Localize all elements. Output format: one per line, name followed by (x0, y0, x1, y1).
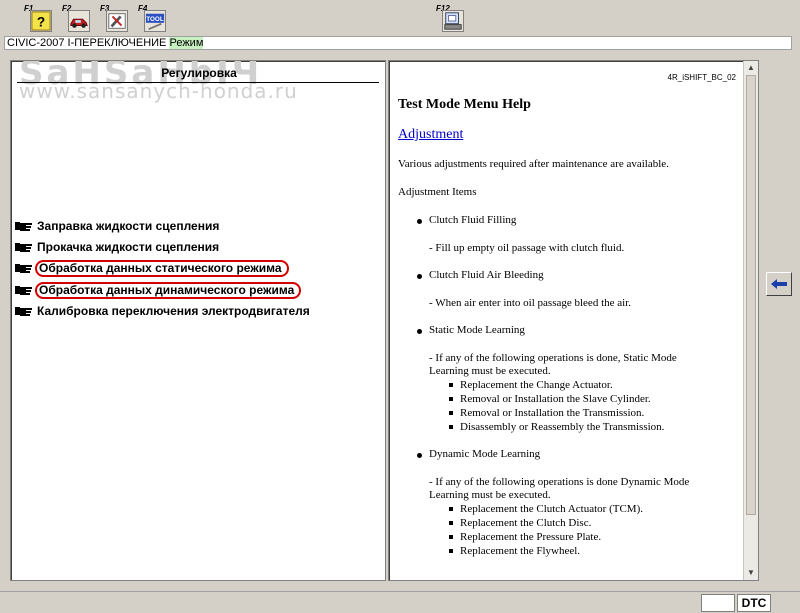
help-intro: Various adjustments required after maint… (398, 158, 669, 170)
f1-help-button[interactable]: F1 ? (24, 4, 54, 34)
adjustment-menu-panel: SaHSaHbIЧ www.sansanych-honda.ru Регулир… (10, 60, 386, 581)
help-content: 4R_iSHIFT_BC_02 Test Mode Menu Help Adju… (389, 61, 744, 580)
menu-item-motor-calibration[interactable]: Калибровка переключения электродвигателя (15, 303, 312, 319)
help-title: Test Mode Menu Help (398, 97, 531, 112)
f2-vehicle-button[interactable]: F2 (62, 4, 92, 34)
section-subitem: Replacement the Pressure Plate. (460, 531, 602, 543)
square-bullet-icon (449, 535, 453, 539)
tools-icon (106, 10, 128, 32)
section-subitem: Removal or Installation the Transmission… (460, 407, 645, 419)
section-subitem: Replacement the Change Actuator. (460, 379, 613, 391)
section-subitem: Removal or Installation the Slave Cylind… (460, 393, 651, 405)
back-button[interactable] (766, 272, 792, 296)
square-bullet-icon (449, 521, 453, 525)
section-name: Clutch Fluid Filling (429, 214, 517, 226)
scrollbar-thumb[interactable] (746, 75, 756, 515)
section-name: Static Mode Learning (429, 324, 525, 336)
dtc-indicator[interactable]: DTC (737, 594, 771, 612)
pointing-hand-icon (15, 286, 32, 295)
f3-tools-button[interactable]: F3 (100, 4, 130, 34)
title-text: CIVIC-2007 I-ПЕРЕКЛЮЧЕНИЕ (7, 37, 167, 49)
status-bar: DTC (0, 591, 800, 613)
section-name: Clutch Fluid Air Bleeding (429, 269, 544, 281)
pointing-hand-icon (15, 264, 32, 273)
help-scrollbar[interactable]: ▲ ▼ (743, 61, 758, 580)
bullet-icon (417, 453, 422, 458)
tool-box-icon: TOOL (144, 10, 166, 32)
section-name: Dynamic Mode Learning (429, 448, 541, 460)
menu-item-label: Обработка данных динамического режима (35, 281, 302, 299)
print-icon (442, 10, 464, 32)
menu-item-label: Обработка данных статического режима (35, 259, 289, 277)
car-icon (68, 10, 90, 32)
section-subitem: Replacement the Clutch Actuator (TCM). (460, 503, 643, 515)
heading-divider (17, 82, 379, 83)
help-page-code: 4R_iSHIFT_BC_02 (667, 73, 736, 82)
menu-item-clutch-fluid-filling[interactable]: Заправка жидкости сцепления (15, 218, 221, 234)
svg-text:?: ? (37, 14, 45, 29)
scroll-down-arrow-icon[interactable]: ▼ (745, 567, 757, 579)
help-panel: 4R_iSHIFT_BC_02 Test Mode Menu Help Adju… (388, 60, 759, 581)
bullet-icon (417, 274, 422, 279)
toolbar: F1 ? F2 F3 F4 TOOL F12 (0, 0, 800, 36)
pointing-hand-icon (15, 307, 32, 316)
menu-item-label: Прокачка жидкости сцепления (37, 240, 220, 254)
square-bullet-icon (449, 549, 453, 553)
panel-heading: Регулировка (161, 66, 237, 80)
left-arrow-icon (771, 279, 787, 289)
square-bullet-icon (449, 397, 453, 401)
section-desc: - Fill up empty oil passage with clutch … (429, 242, 625, 254)
scroll-up-arrow-icon[interactable]: ▲ (745, 62, 757, 74)
tool-icon-text: TOOL (146, 16, 164, 23)
menu-item-dynamic-mode-learning[interactable]: Обработка данных динамического режима (15, 281, 302, 299)
section-desc: Learning must be executed. (429, 489, 551, 501)
title-mode: Режим (169, 37, 204, 49)
bullet-icon (417, 329, 422, 334)
menu-item-label: Калибровка переключения электродвигателя (37, 304, 310, 318)
section-desc: - If any of the following operations is … (429, 476, 690, 488)
section-desc: - When air enter into oil passage bleed … (429, 297, 632, 309)
menu-item-label: Заправка жидкости сцепления (37, 219, 220, 233)
adjustment-link[interactable]: Adjustment (398, 127, 463, 143)
help-items-heading: Adjustment Items (398, 186, 477, 198)
section-subitem: Replacement the Flywheel. (460, 545, 581, 557)
status-indicator (701, 594, 735, 612)
square-bullet-icon (449, 425, 453, 429)
f4-tool-button[interactable]: F4 TOOL (138, 4, 168, 34)
square-bullet-icon (449, 383, 453, 387)
menu-item-static-mode-learning[interactable]: Обработка данных статического режима (15, 259, 289, 277)
title-bar: CIVIC-2007 I-ПЕРЕКЛЮЧЕНИЕ Режим (4, 36, 792, 50)
section-subitem: Disassembly or Reassembly the Transmissi… (460, 421, 665, 433)
bullet-icon (417, 219, 422, 224)
f12-print-button[interactable]: F12 (436, 4, 466, 34)
square-bullet-icon (449, 507, 453, 511)
section-subitem: Replacement the Clutch Disc. (460, 517, 592, 529)
section-desc: Learning must be executed. (429, 365, 551, 377)
help-icon: ? (30, 10, 52, 32)
pointing-hand-icon (15, 243, 32, 252)
section-desc: - If any of the following operations is … (429, 352, 677, 364)
square-bullet-icon (449, 411, 453, 415)
menu-item-clutch-air-bleeding[interactable]: Прокачка жидкости сцепления (15, 239, 221, 255)
pointing-hand-icon (15, 222, 32, 231)
